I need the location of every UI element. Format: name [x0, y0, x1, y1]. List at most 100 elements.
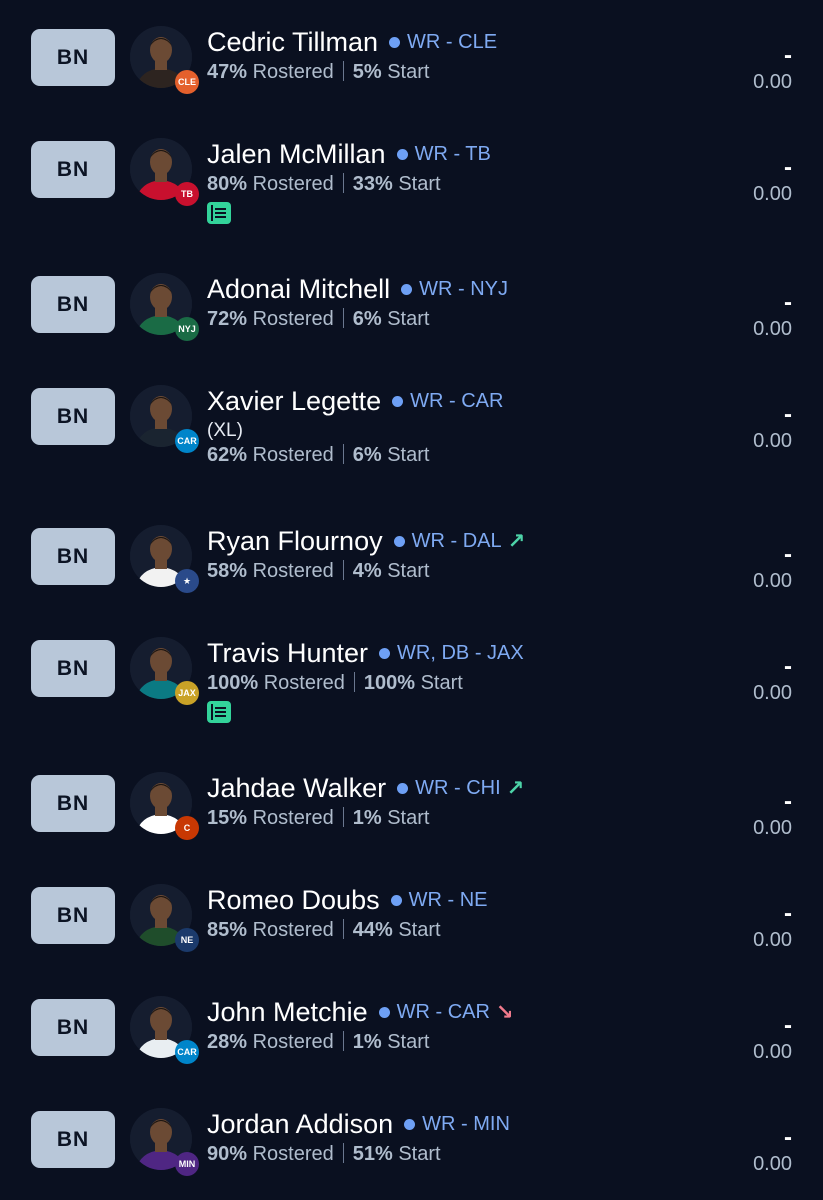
- fantasy-points: 0.00: [753, 570, 792, 592]
- bench-slot-button[interactable]: BN: [31, 640, 115, 697]
- player-name[interactable]: Romeo Doubs: [207, 885, 380, 916]
- bench-slot-button[interactable]: BN: [31, 388, 115, 445]
- player-score: - 0.00: [753, 790, 792, 840]
- player-score: - 0.00: [753, 44, 792, 94]
- player-name[interactable]: Jalen McMillan: [207, 139, 386, 170]
- news-note-icon[interactable]: [207, 202, 231, 224]
- bench-slot-button[interactable]: BN: [31, 141, 115, 198]
- start-percent: 33%: [352, 173, 393, 195]
- player-score: - 0.00: [753, 403, 792, 453]
- rostered-label: Rostered: [252, 308, 334, 330]
- start-percent: 4%: [352, 560, 382, 582]
- player-avatar[interactable]: ★: [130, 525, 199, 593]
- start-label: Start: [398, 919, 441, 941]
- fantasy-points: 0.00: [753, 929, 792, 951]
- player-row-8[interactable]: BN NE Romeo Doubs WR - NE 85% Rostered 44…: [0, 870, 823, 982]
- player-score: - 0.00: [753, 655, 792, 705]
- player-row-5[interactable]: BN ★ Ryan Flournoy WR - DAL ↗ 58% Roster…: [0, 511, 823, 623]
- player-info: John Metchie WR - CAR ↘ 28% Rostered 1% S…: [207, 995, 683, 1054]
- team-logo-icon: CAR: [175, 1040, 199, 1064]
- player-name[interactable]: Cedric Tillman: [207, 27, 378, 58]
- player-name[interactable]: Jahdae Walker: [207, 773, 386, 804]
- rostered-percent: 62%: [207, 444, 248, 466]
- bench-slot-button[interactable]: BN: [31, 999, 115, 1056]
- player-name[interactable]: Ryan Flournoy: [207, 526, 383, 557]
- player-avatar[interactable]: TB: [130, 138, 199, 206]
- start-label: Start: [398, 173, 441, 195]
- player-info: Ryan Flournoy WR - DAL ↗ 58% Rostered 4% …: [207, 524, 683, 583]
- rostered-percent: 72%: [207, 308, 248, 330]
- player-score: - 0.00: [753, 1126, 792, 1176]
- player-avatar[interactable]: CLE: [130, 26, 199, 94]
- projection-value: -: [784, 653, 792, 680]
- player-row-4[interactable]: BN CAR Xavier Legette WR - CAR (XL) 62% …: [0, 371, 823, 511]
- player-row-3[interactable]: BN NYJ Adonai Mitchell WR - NYJ 72% Rost…: [0, 259, 823, 371]
- player-position-team: WR - CLE: [407, 30, 498, 53]
- rostered-label: Rostered: [252, 61, 334, 83]
- bench-slot-button[interactable]: BN: [31, 775, 115, 832]
- player-name[interactable]: Xavier Legette: [207, 386, 381, 417]
- player-position-team: WR - NE: [408, 888, 488, 911]
- rostered-percent: 80%: [207, 173, 248, 195]
- player-row-7[interactable]: BN C Jahdae Walker WR - CHI ↗ 15% Roster…: [0, 758, 823, 870]
- start-label: Start: [398, 1143, 441, 1165]
- projection-value: -: [784, 788, 792, 815]
- player-avatar[interactable]: NYJ: [130, 273, 199, 341]
- player-name[interactable]: Adonai Mitchell: [207, 274, 390, 305]
- player-row-1[interactable]: BN CLE Cedric Tillman WR - CLE 47% Roste…: [0, 12, 823, 124]
- team-logo-icon: CAR: [175, 429, 199, 453]
- player-ownership: 58% Rostered 4% Start: [207, 560, 683, 583]
- status-dot-icon: [378, 1006, 390, 1018]
- player-name[interactable]: Travis Hunter: [207, 638, 368, 669]
- player-avatar[interactable]: CAR: [130, 996, 199, 1064]
- team-logo-icon: ★: [175, 569, 199, 593]
- player-position-team: WR - NYJ: [419, 277, 508, 300]
- rostered-label: Rostered: [252, 1143, 334, 1165]
- rostered-percent: 58%: [207, 560, 248, 582]
- player-info: Cedric Tillman WR - CLE 47% Rostered 5% S…: [207, 25, 683, 84]
- fantasy-points: 0.00: [753, 183, 792, 205]
- player-avatar[interactable]: MIN: [130, 1108, 199, 1176]
- bench-slot-button[interactable]: BN: [31, 29, 115, 86]
- status-dot-icon: [397, 782, 409, 794]
- projection-value: -: [784, 900, 792, 927]
- bench-slot-button[interactable]: BN: [31, 887, 115, 944]
- player-row-6[interactable]: BN JAX Travis Hunter WR, DB - JAX 100% R…: [0, 623, 823, 758]
- player-score: - 0.00: [753, 156, 792, 206]
- start-percent: 51%: [352, 1143, 393, 1165]
- player-position-team: WR - MIN: [422, 1112, 510, 1135]
- trend-arrow-icon: ↘: [495, 1000, 514, 1024]
- player-ownership: 15% Rostered 1% Start: [207, 807, 683, 830]
- player-row-10[interactable]: BN MIN Jordan Addison WR - MIN 90% Roste…: [0, 1094, 823, 1200]
- player-avatar[interactable]: NE: [130, 884, 199, 952]
- trend-arrow-icon: ↗: [507, 529, 526, 553]
- player-avatar[interactable]: JAX: [130, 637, 199, 705]
- bench-slot-button[interactable]: BN: [31, 528, 115, 585]
- rostered-label: Rostered: [252, 807, 334, 829]
- player-info: Travis Hunter WR, DB - JAX 100% Rostered…: [207, 636, 683, 723]
- team-logo-icon: CLE: [175, 70, 199, 94]
- news-note-icon[interactable]: [207, 701, 231, 723]
- start-percent: 100%: [363, 672, 416, 694]
- player-row-9[interactable]: BN CAR John Metchie WR - CAR ↘ 28% Roste…: [0, 982, 823, 1094]
- bench-slot-button[interactable]: BN: [31, 1111, 115, 1168]
- stat-divider: [342, 308, 344, 328]
- player-avatar[interactable]: C: [130, 772, 199, 840]
- player-row-2[interactable]: BN TB Jalen McMillan WR - TB 80% Rostere…: [0, 124, 823, 259]
- player-avatar[interactable]: CAR: [130, 385, 199, 453]
- start-label: Start: [387, 1031, 430, 1053]
- player-name[interactable]: Jordan Addison: [207, 1109, 393, 1140]
- stat-divider: [353, 672, 355, 692]
- fantasy-points: 0.00: [753, 682, 792, 704]
- trend-arrow-icon: ↗: [506, 776, 525, 800]
- player-name[interactable]: John Metchie: [207, 997, 368, 1028]
- team-logo-icon: MIN: [175, 1152, 199, 1176]
- start-label: Start: [387, 807, 430, 829]
- projection-value: -: [784, 1124, 792, 1151]
- fantasy-points: 0.00: [753, 71, 792, 93]
- status-dot-icon: [392, 395, 404, 407]
- bench-slot-button[interactable]: BN: [31, 276, 115, 333]
- player-position-team: WR - CAR: [410, 389, 504, 412]
- status-dot-icon: [396, 148, 408, 160]
- player-ownership: 85% Rostered 44% Start: [207, 919, 683, 942]
